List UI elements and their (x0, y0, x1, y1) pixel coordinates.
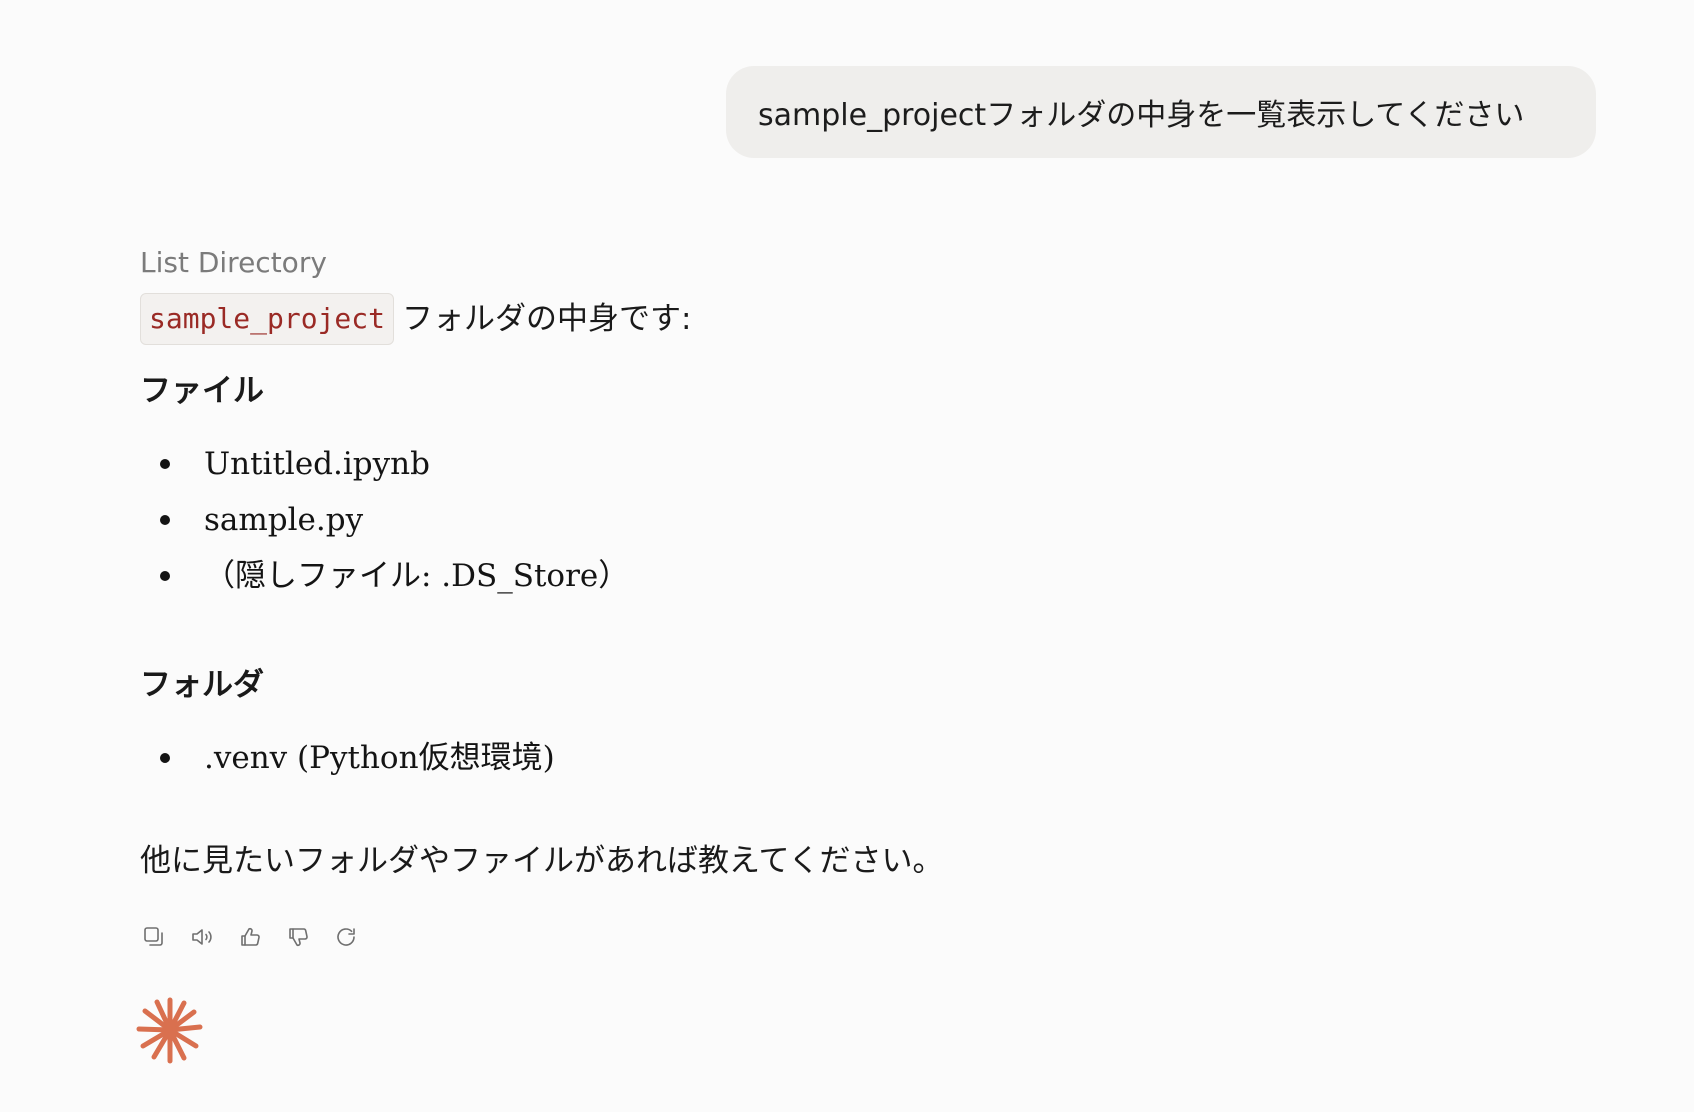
file-name: （隠しファイル: .DS_Store） (204, 558, 630, 594)
thumbs-down-button[interactable] (284, 923, 312, 951)
claude-spark-icon (136, 997, 203, 1064)
bullet (160, 753, 170, 763)
folder-name: .venv (Python仮想環境) (204, 740, 555, 776)
user-message-text: sample_projectフォルダの中身を一覧表示してください (758, 98, 1525, 133)
copy-icon (144, 927, 163, 946)
read-aloud-button[interactable] (188, 923, 216, 951)
list-item: （隠しファイル: .DS_Store） (140, 548, 1540, 604)
copy-button[interactable] (140, 923, 168, 951)
list-item: .venv (Python仮想環境) (140, 730, 1540, 786)
speaker-icon (192, 929, 212, 945)
files-heading: ファイル (140, 373, 264, 409)
closing-text: 他に見たいフォルダやファイルがあれば教えてください。 (140, 843, 944, 879)
tool-call-label[interactable]: List Directory (140, 240, 1540, 286)
folders-list: .venv (Python仮想環境) (140, 730, 1540, 786)
assistant-message: List Directory sample_project フォルダの中身です:… (140, 240, 1540, 952)
thumbs-up-icon (241, 927, 260, 946)
list-item: Untitled.ipynb (140, 436, 1540, 492)
bullet (160, 515, 170, 525)
message-actions (140, 922, 1540, 952)
user-message-bubble: sample_projectフォルダの中身を一覧表示してください (726, 66, 1596, 158)
retry-button[interactable] (332, 923, 360, 951)
intro-text: フォルダの中身です: (402, 301, 692, 337)
retry-icon (337, 928, 355, 946)
bullet (160, 571, 170, 581)
bullet (160, 459, 170, 469)
thumbs-up-button[interactable] (236, 923, 264, 951)
file-name: Untitled.ipynb (204, 446, 430, 482)
thumbs-down-icon (289, 928, 308, 947)
inline-code: sample_project (140, 293, 395, 345)
files-list: Untitled.ipynb sample.py （隠しファイル: .DS_St… (140, 436, 1540, 604)
folders-heading: フォルダ (140, 667, 264, 703)
intro-line: sample_project フォルダの中身です: (140, 293, 1540, 345)
file-name: sample.py (204, 502, 364, 538)
list-item: sample.py (140, 492, 1540, 548)
